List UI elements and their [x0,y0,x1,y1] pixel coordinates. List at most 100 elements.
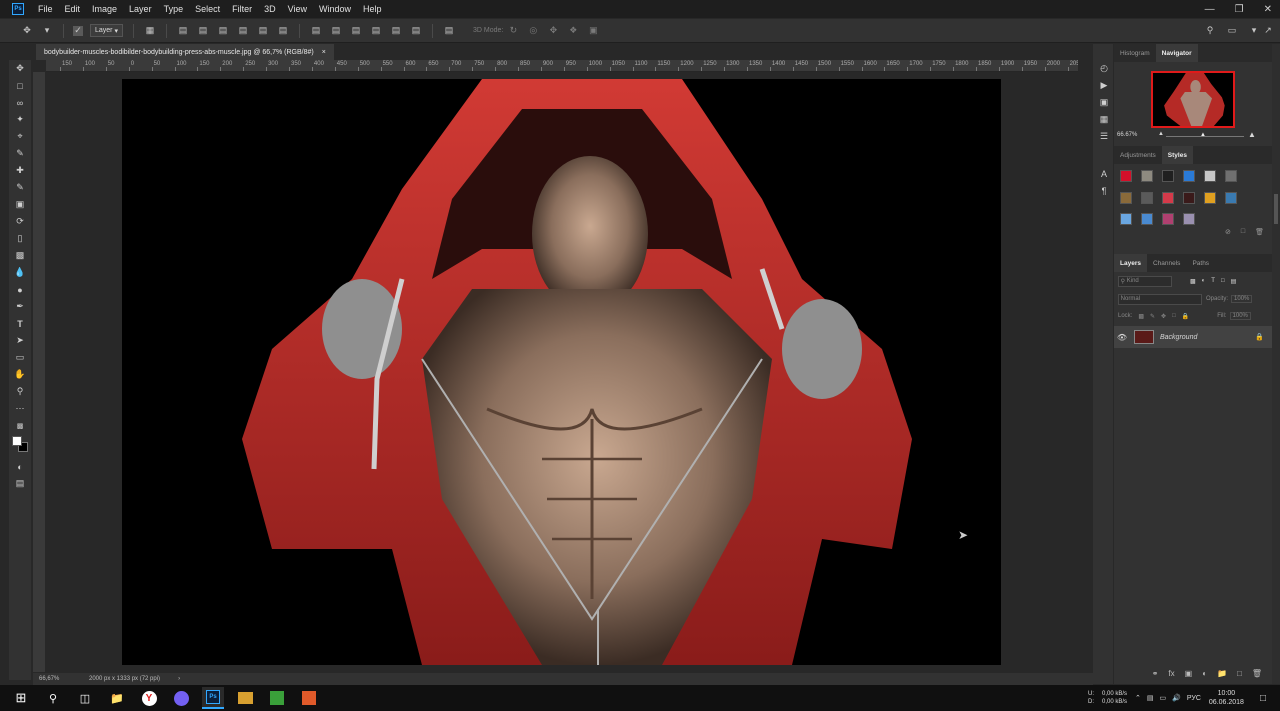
style-swatch[interactable] [1183,213,1195,226]
quick-mask-icon[interactable]: ◐ [9,458,31,475]
blur-tool-icon[interactable]: 💧 [9,264,31,281]
close-tab-icon[interactable]: × [322,49,326,56]
style-swatch[interactable] [1120,170,1132,182]
default-colors-icon[interactable]: ▩ [9,417,31,434]
3d-drag-icon[interactable]: ✥ [546,24,560,38]
clear-style-icon[interactable]: ⊘ [1225,228,1231,242]
tray-expand-icon[interactable]: ⌃ [1135,694,1141,702]
menu-file[interactable]: File [32,4,59,14]
layer-lock-icon[interactable]: 🔒 [1255,333,1264,341]
windows-start-icon[interactable]: ⊞ [10,687,32,709]
filter-pixel-icon[interactable]: ▩ [1190,278,1196,285]
layer-style-icon[interactable]: fx [1168,669,1174,678]
gradient-tool-icon[interactable]: ▩ [9,247,31,264]
style-swatch[interactable] [1120,191,1132,204]
tab-histogram[interactable]: Histogram [1114,44,1156,62]
distribute-top-icon[interactable]: ▤ [309,24,323,38]
recorder-icon[interactable] [298,687,320,709]
menu-type[interactable]: Type [158,4,190,14]
transform-controls-icon[interactable]: ▦ [143,24,157,38]
distribute-hcenter-icon[interactable]: ▤ [389,24,403,38]
layer-row[interactable]: 👁 Background 🔒 [1114,326,1272,348]
crop-tool-icon[interactable]: ⌖ [9,128,31,145]
blend-mode-select[interactable]: Normal [1118,293,1202,305]
character-panel-icon[interactable]: A [1093,165,1115,182]
tool-preset-dropdown-icon[interactable]: ▾ [40,24,54,38]
align-left-icon[interactable]: ▤ [236,24,250,38]
pen-tool-icon[interactable]: ✒ [9,298,31,315]
menu-layer[interactable]: Layer [123,4,158,14]
properties-panel-icon[interactable]: ☰ [1093,128,1115,145]
status-arrow-icon[interactable]: › [178,676,180,682]
layer-kind-filter[interactable]: ⚲ Kind [1118,275,1172,287]
distribute-vcenter-icon[interactable]: ▤ [329,24,343,38]
network-tray-icon[interactable]: ▤ [1147,694,1154,702]
hand-tool-icon[interactable]: ✋ [9,366,31,383]
document-tab[interactable]: bodybuilder-muscles-bodibilder-bodybuild… [36,44,334,60]
style-swatch[interactable] [1141,170,1153,182]
quick-select-tool-icon[interactable]: ✦ [9,111,31,128]
lock-transparent-icon[interactable]: ▩ [1138,313,1144,320]
filter-type-icon[interactable]: T [1211,278,1215,284]
tab-navigator[interactable]: Navigator [1155,44,1198,62]
lock-image-icon[interactable]: ✎ [1150,313,1155,320]
notifications-icon[interactable]: □ [1260,693,1266,704]
menu-edit[interactable]: Edit [59,4,87,14]
panel-scrollbar[interactable] [1272,44,1280,684]
lasso-tool-icon[interactable]: ∞ [9,94,31,111]
align-bottom-icon[interactable]: ▤ [216,24,230,38]
lock-artboard-icon[interactable]: □ [1172,313,1176,319]
3d-roll-icon[interactable]: ◎ [526,24,540,38]
style-swatch[interactable] [1225,170,1237,182]
menu-3d[interactable]: 3D [258,4,282,14]
opacity-value[interactable]: 100% [1231,295,1253,303]
clone-stamp-tool-icon[interactable]: ▣ [9,196,31,213]
align-right-icon[interactable]: ▤ [276,24,290,38]
style-swatch[interactable] [1204,191,1216,204]
eyedropper-tool-icon[interactable]: ✎ [9,145,31,162]
volume-tray-icon[interactable]: 🔊 [1172,694,1181,702]
menu-window[interactable]: Window [313,4,357,14]
align-hcenter-icon[interactable]: ▤ [256,24,270,38]
move-tool-icon[interactable]: ✥ [20,24,34,38]
language-indicator[interactable]: РУС [1187,695,1201,702]
status-zoom[interactable]: 66,67% [39,676,83,682]
tab-adjustments[interactable]: Adjustments [1114,146,1162,164]
distribute-right-icon[interactable]: ▤ [409,24,423,38]
healing-brush-tool-icon[interactable]: ✚ [9,162,31,179]
delete-layer-icon[interactable]: 🗑 [1252,669,1262,678]
maximize-icon[interactable]: ❐ [1235,4,1244,15]
auto-select-dropdown[interactable]: Layer ▾ [90,24,123,37]
camtasia-icon[interactable] [266,687,288,709]
clock[interactable]: 10:00 06.06.2018 [1209,689,1244,707]
marquee-tool-icon[interactable]: □ [9,77,31,94]
battery-tray-icon[interactable]: ▭ [1160,694,1167,702]
style-swatch[interactable] [1141,191,1153,204]
visibility-eye-icon[interactable]: 👁 [1114,333,1130,342]
rectangle-tool-icon[interactable]: ▭ [9,349,31,366]
menu-filter[interactable]: Filter [226,4,258,14]
search-icon[interactable]: ⚲ [1203,24,1217,38]
photoshop-logo-icon[interactable]: Ps [12,3,24,15]
auto-align-icon[interactable]: ▤ [442,24,456,38]
3d-slide-icon[interactable]: ❖ [566,24,580,38]
zoom-tool-icon[interactable]: ⚲ [9,383,31,400]
media-player-icon[interactable] [234,687,256,709]
filter-smart-icon[interactable]: ▤ [1231,278,1237,285]
history-panel-icon[interactable]: ◴ [1093,60,1115,77]
navigator-zoom-value[interactable]: 66.67% [1117,132,1137,138]
type-tool-icon[interactable]: T [9,315,31,332]
eraser-tool-icon[interactable]: ▯ [9,230,31,247]
lock-all-icon[interactable]: 🔒 [1182,313,1189,320]
filter-adjust-icon[interactable]: ◐ [1202,278,1206,284]
zoom-out-icon[interactable]: ▲ [1158,131,1164,137]
more-tools-icon[interactable]: ⋯ [9,400,31,417]
link-layers-icon[interactable]: ⚭ [1152,669,1159,678]
style-swatch[interactable] [1183,191,1195,204]
navigator-thumbnail[interactable] [1151,71,1235,128]
new-style-icon[interactable]: □ [1241,228,1245,242]
3d-scale-icon[interactable]: ▣ [586,24,600,38]
workspace-dropdown-icon[interactable]: ▾ [1247,24,1261,38]
document-canvas[interactable] [122,79,1001,665]
file-explorer-icon[interactable]: 📁 [106,687,128,709]
